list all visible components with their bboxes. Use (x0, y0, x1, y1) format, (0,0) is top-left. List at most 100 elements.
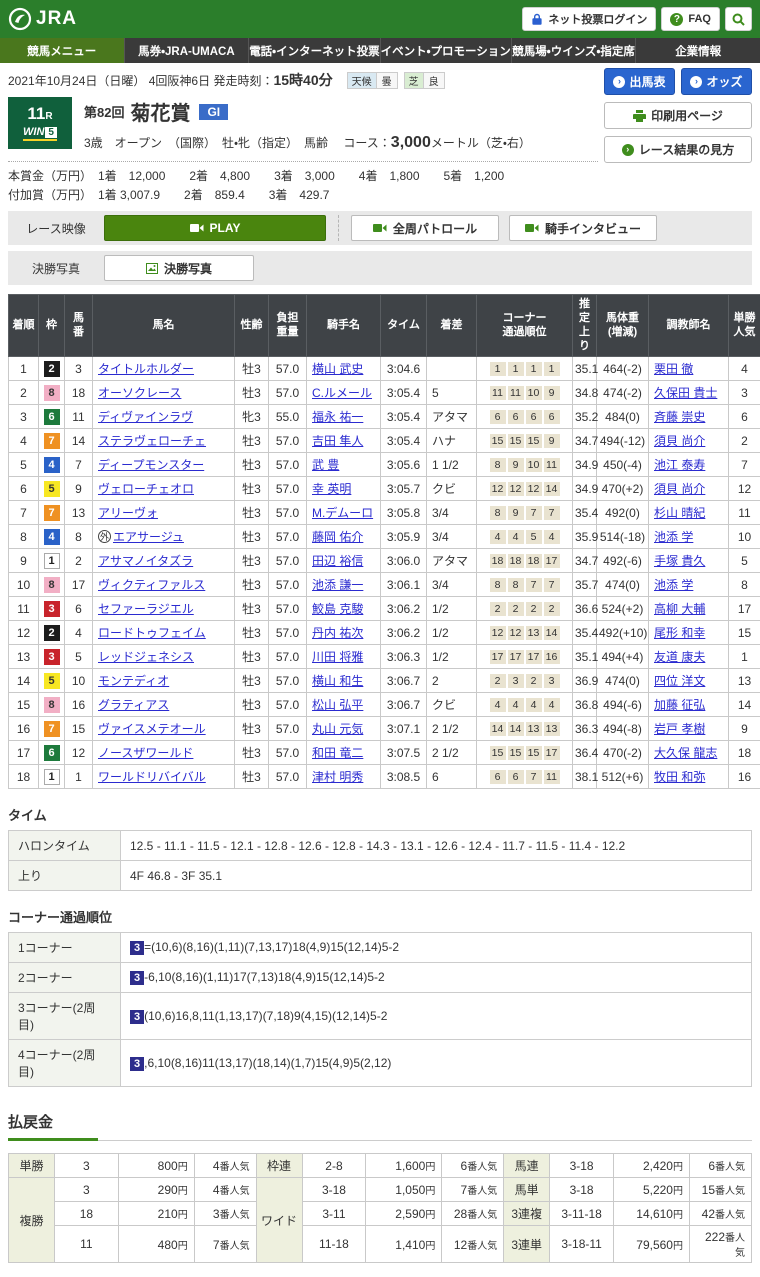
trainer-link[interactable]: 岩戸 孝樹 (654, 722, 705, 736)
horse-link[interactable]: ディヴァインラヴ (98, 410, 193, 424)
net-voting-login-button[interactable]: ネット投票ログイン (522, 7, 656, 31)
carried-weight: 57.0 (269, 525, 307, 549)
horse-link[interactable]: ヴェローチェオロ (98, 482, 194, 496)
jockey-link[interactable]: 横山 和生 (312, 674, 363, 688)
result-row: 9 1 2 アサマノイタズラ 牡3 57.0 田辺 裕信 3:06.0 アタマ … (9, 549, 760, 573)
trainer-link[interactable]: 斉藤 崇史 (654, 410, 705, 424)
horse-link[interactable]: アリーヴォ (98, 506, 158, 520)
jockey-link[interactable]: M.デムーロ (312, 506, 373, 520)
trainer-link[interactable]: 大久保 龍志 (654, 746, 717, 760)
horse-link[interactable]: ヴィクティファルス (98, 578, 205, 592)
search-button[interactable] (725, 7, 752, 31)
nav-item-keiba-menu[interactable]: 競馬メニュー (0, 38, 124, 63)
horse-link[interactable]: ヴァイスメテオール (98, 722, 206, 736)
jra-logo[interactable]: JRA (8, 7, 77, 31)
jockey-link[interactable]: 池添 謙一 (312, 578, 363, 592)
jockey-link[interactable]: 丸山 元気 (312, 722, 363, 736)
results-guide-button[interactable]: › レース結果の見方 (604, 136, 752, 163)
patrol-video-button[interactable]: 全周パトロール (351, 215, 499, 241)
trainer-link[interactable]: 友道 康夫 (654, 650, 705, 664)
horse-link[interactable]: タイトルホルダー (98, 362, 194, 376)
nav-item-racecourse-wins[interactable]: 競馬場・ウインズ・指定席 (511, 38, 636, 63)
jockey-link[interactable]: 横山 武史 (312, 362, 363, 376)
print-page-button[interactable]: 印刷用ページ (604, 102, 752, 129)
trainer-link[interactable]: 池添 学 (654, 530, 693, 544)
corner-row: 1コーナー 3=(10,6)(8,16)(1,11)(7,13,17)18(4,… (9, 933, 752, 963)
trainer-link[interactable]: 高柳 大輔 (654, 602, 705, 616)
horse-link[interactable]: ロードトゥフェイム (98, 626, 206, 640)
horse-link[interactable]: レッドジェネシス (98, 650, 194, 664)
trainer-link[interactable]: 手塚 貴久 (654, 554, 705, 568)
time-section-heading: タイム (8, 805, 752, 824)
finish-position: 6 (9, 477, 39, 501)
col-carried-weight: 負担 重量 (269, 295, 307, 357)
margin: アタマ (427, 549, 477, 573)
trainer-link[interactable]: 牧田 和弥 (654, 770, 705, 784)
jockey-link[interactable]: 川田 将雅 (312, 650, 363, 664)
corner-order: 12121214 (477, 477, 573, 501)
jockey-link[interactable]: 幸 英明 (312, 482, 351, 496)
horse-link[interactable]: ステラヴェローチェ (98, 434, 206, 448)
trainer-link[interactable]: 杉山 晴紀 (654, 506, 705, 520)
trainer-link[interactable]: 須貝 尚介 (654, 482, 705, 496)
trainer-link[interactable]: 加藤 征弘 (654, 698, 705, 712)
horse-link[interactable]: セファーラジエル (98, 602, 194, 616)
carried-weight: 57.0 (269, 549, 307, 573)
nav-item-internet-voting[interactable]: 電話・インターネット投票 (248, 38, 379, 63)
finish-photo-button[interactable]: 決勝写真 (104, 255, 254, 281)
horse-weight: 492(-6) (597, 549, 649, 573)
play-button[interactable]: PLAY (104, 215, 326, 241)
login-label: ネット投票ログイン (548, 11, 647, 27)
sex-age: 牡3 (235, 669, 269, 693)
horse-number: 17 (65, 573, 93, 597)
corner-order: 2323 (477, 669, 573, 693)
trainer-link[interactable]: 栗田 徹 (654, 362, 693, 376)
odds-button[interactable]: ›オッズ (681, 68, 752, 95)
jockey-link[interactable]: 鮫島 克駿 (312, 602, 363, 616)
trainer-link[interactable]: 尾形 和幸 (654, 626, 705, 640)
col-jockey: 騎手名 (307, 295, 381, 357)
horse-link[interactable]: ワールドリバイバル (98, 770, 206, 784)
jockey-link[interactable]: 津村 明秀 (312, 770, 363, 784)
jockey-interview-button[interactable]: 騎手インタビュー (509, 215, 657, 241)
corner-order: 8877 (477, 573, 573, 597)
jockey-link[interactable]: 福永 祐一 (312, 410, 363, 424)
horse-weight: 470(-2) (597, 741, 649, 765)
jockey-link[interactable]: 藤岡 佑介 (312, 530, 363, 544)
win-popularity: 12 (729, 477, 760, 501)
margin: 6 (427, 765, 477, 789)
horse-weight: 464(-2) (597, 357, 649, 381)
nav-item-baken-umaca[interactable]: 馬券・JRA-UMACA (124, 38, 249, 63)
corner-order: 17171716 (477, 645, 573, 669)
nav-item-corporate[interactable]: 企業情報 (635, 38, 760, 63)
horse-link[interactable]: ノースザワールド (98, 746, 193, 760)
bracket-badge: 7 (44, 433, 60, 449)
result-row: 11 3 6 セファーラジエル 牡3 57.0 鮫島 克駿 3:06.2 1/2… (9, 597, 760, 621)
faq-button[interactable]: ? FAQ (661, 7, 720, 31)
horse-link[interactable]: グラティアス (98, 698, 169, 712)
horse-link[interactable]: アサマノイタズラ (98, 554, 193, 568)
trainer-link[interactable]: 久保田 貴士 (654, 386, 717, 400)
sex-age: 牡3 (235, 741, 269, 765)
horse-link[interactable]: エアサージュ (113, 530, 184, 544)
horse-number: 13 (65, 501, 93, 525)
jockey-link[interactable]: C.ルメール (312, 386, 372, 400)
jockey-link[interactable]: 吉田 隼人 (312, 434, 363, 448)
trainer-link[interactable]: 池江 泰寿 (654, 458, 705, 472)
horse-link[interactable]: モンテディオ (98, 674, 169, 688)
trainer-link[interactable]: 池添 学 (654, 578, 693, 592)
jockey-link[interactable]: 武 豊 (312, 458, 339, 472)
horse-link[interactable]: ディープモンスター (98, 458, 204, 472)
entries-button[interactable]: ›出馬表 (604, 68, 675, 95)
trainer-link[interactable]: 須貝 尚介 (654, 434, 705, 448)
nav-item-event-promotion[interactable]: イベント・プロモーション (380, 38, 511, 63)
jockey-link[interactable]: 和田 竜二 (312, 746, 363, 760)
horse-link[interactable]: オーソクレース (98, 386, 181, 400)
col-horse-number: 馬 番 (65, 295, 93, 357)
jockey-link[interactable]: 田辺 裕信 (312, 554, 363, 568)
jockey-link[interactable]: 丹内 祐次 (312, 626, 363, 640)
result-row: 13 3 5 レッドジェネシス 牡3 57.0 川田 将雅 3:06.3 1/2… (9, 645, 760, 669)
trainer-link[interactable]: 四位 洋文 (654, 674, 705, 688)
win-popularity: 15 (729, 621, 760, 645)
jockey-link[interactable]: 松山 弘平 (312, 698, 363, 712)
